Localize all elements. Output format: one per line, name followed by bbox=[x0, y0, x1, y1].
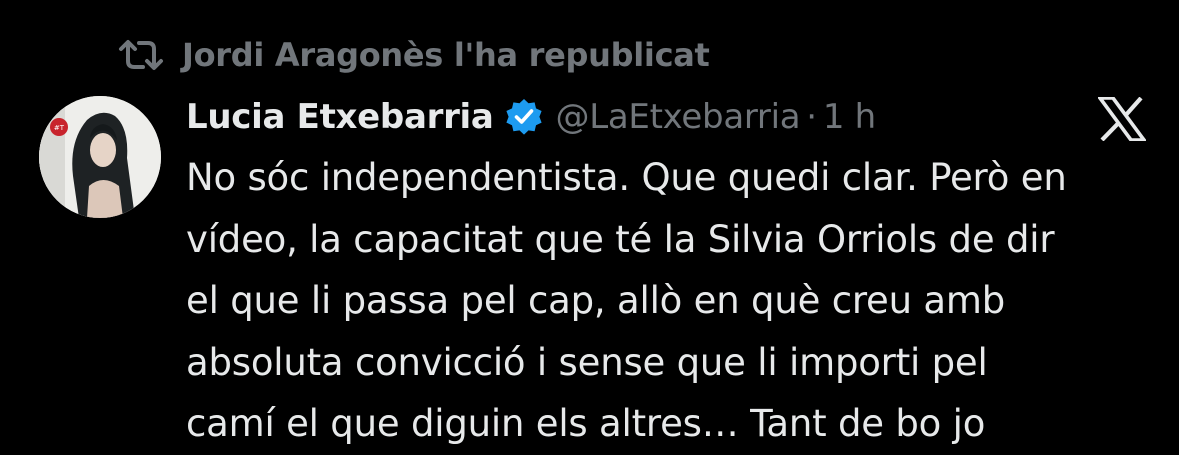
repost-indicator[interactable]: Jordi Aragonès l'ha republicat bbox=[118, 32, 710, 78]
x-logo-icon bbox=[1096, 96, 1148, 142]
svg-text:#T: #T bbox=[54, 124, 65, 132]
repost-icon bbox=[118, 35, 164, 75]
author-handle[interactable]: @LaEtxebarria bbox=[556, 97, 801, 137]
author-name[interactable]: Lucia Etxebarria bbox=[186, 97, 494, 137]
repost-label: Jordi Aragonès l'ha republicat bbox=[182, 36, 710, 74]
tweet-text: No sóc independentista. Que quedi clar. … bbox=[186, 156, 1067, 445]
avatar[interactable]: #T bbox=[39, 96, 161, 218]
post-timestamp[interactable]: 1 h bbox=[823, 97, 876, 137]
tweet-header: Lucia Etxebarria @LaEtxebarria · 1 h bbox=[186, 90, 876, 144]
separator-dot: · bbox=[806, 97, 817, 137]
verified-badge-icon bbox=[504, 97, 544, 137]
